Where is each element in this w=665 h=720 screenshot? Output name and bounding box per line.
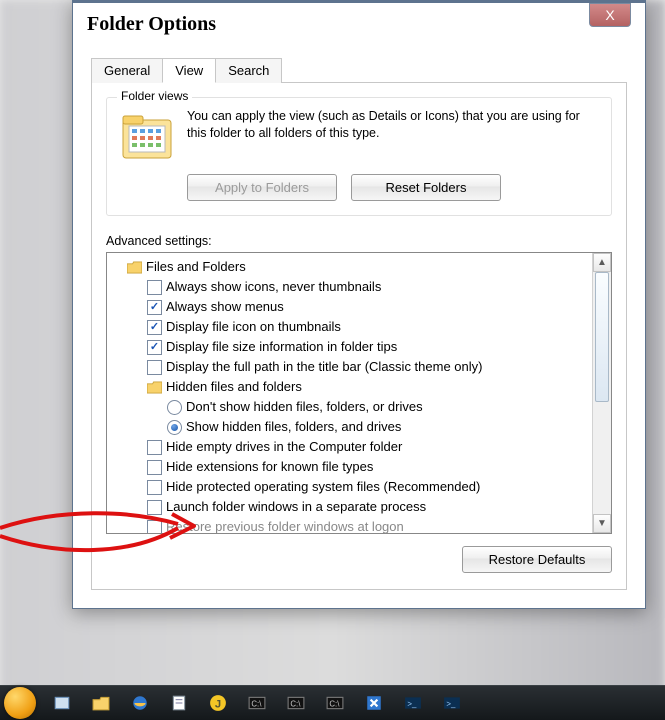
reset-folders-button[interactable]: Reset Folders [351,174,501,201]
folder-views-legend: Folder views [117,89,192,103]
tree-label: Hide extensions for known file types [166,457,373,477]
tree-label: Launch folder windows in a separate proc… [166,497,426,517]
tree-label: Display file icon on thumbnails [166,317,341,337]
taskbar-icon-notepad[interactable] [162,690,196,716]
tab-general[interactable]: General [91,58,163,83]
tree-checkbox-option[interactable]: Hide empty drives in the Computer folder [113,437,591,457]
checkbox-icon [147,440,162,455]
close-icon: X [605,7,614,23]
folder-options-dialog: Folder Options X General View Search Fol… [72,0,646,609]
apply-to-folders-button[interactable]: Apply to Folders [187,174,337,201]
restore-defaults-button[interactable]: Restore Defaults [462,546,612,573]
tree-label: Don't show hidden files, folders, or dri… [186,397,423,417]
view-panel: Folder views You can apply the view (suc… [91,83,627,590]
tree-checkbox-option[interactable]: Display file size information in folder … [113,337,591,357]
taskbar-icon-console[interactable]: C:\ [240,690,274,716]
taskbar-icon-powershell[interactable]: >_ [435,690,469,716]
tree-label: Display file size information in folder … [166,337,397,357]
titlebar: Folder Options X [73,3,645,45]
close-button[interactable]: X [589,3,631,27]
tree-checkbox-option[interactable]: Hide protected operating system files (R… [113,477,591,497]
tree-label: Restore previous folder windows at logon [166,517,404,533]
radio-icon [167,420,182,435]
scroll-thumb[interactable] [595,272,609,402]
svg-text:C:\: C:\ [290,699,301,708]
scroll-track[interactable] [593,270,611,516]
checkbox-icon [147,300,162,315]
tree-label: Always show icons, never thumbnails [166,277,381,297]
radio-icon [167,400,182,415]
svg-text:>_: >_ [407,699,417,708]
taskbar-icon-console[interactable]: C:\ [279,690,313,716]
svg-text:J: J [215,699,221,711]
tree-label: Hide empty drives in the Computer folder [166,437,402,457]
taskbar-icon-ie[interactable] [123,690,157,716]
start-button[interactable] [4,687,36,719]
svg-text:C:\: C:\ [251,699,262,708]
tree-label: Always show menus [166,297,284,317]
tab-strip: General View Search [91,57,627,83]
window-title: Folder Options [87,13,216,36]
checkbox-icon [147,480,162,495]
taskbar-icon-s[interactable] [357,690,391,716]
checkbox-icon [147,460,162,475]
tree-label: Hide protected operating system files (R… [166,477,480,497]
svg-text:>_: >_ [446,699,456,708]
tree-radio-option[interactable]: Don't show hidden files, folders, or dri… [113,397,591,417]
taskbar[interactable]: J C:\ C:\ C:\ >_ >_ [0,685,665,720]
tree-checkbox-option[interactable]: Restore previous folder windows at logon [113,517,591,533]
tree-checkbox-option[interactable]: Launch folder windows in a separate proc… [113,497,591,517]
tree-folder-root[interactable]: Files and Folders [113,257,591,277]
taskbar-icon-powershell[interactable]: >_ [396,690,430,716]
scroll-down-button[interactable]: ▼ [593,514,611,533]
tree-label: Show hidden files, folders, and drives [186,417,401,437]
folder-views-group: Folder views You can apply the view (suc… [106,97,612,216]
tree-checkbox-option[interactable]: Hide extensions for known file types [113,457,591,477]
tree-checkbox-option[interactable]: Display the full path in the title bar (… [113,357,591,377]
folder-views-description: You can apply the view (such as Details … [187,108,599,142]
tree-checkbox-option[interactable]: Always show menus [113,297,591,317]
checkbox-icon [147,360,162,375]
svg-text:C:\: C:\ [329,699,340,708]
tree-label: Files and Folders [146,257,246,277]
advanced-settings-tree[interactable]: Files and FoldersAlways show icons, neve… [106,252,612,534]
tab-view[interactable]: View [162,58,216,83]
advanced-settings-label: Advanced settings: [106,234,612,248]
checkbox-icon [147,500,162,515]
taskbar-icon-console[interactable]: C:\ [318,690,352,716]
checkbox-icon [147,340,162,355]
tree-label: Display the full path in the title bar (… [166,357,482,377]
tab-search[interactable]: Search [215,58,282,83]
taskbar-icon-explorer[interactable] [84,690,118,716]
folder-views-icon [119,108,175,164]
tree-checkbox-option[interactable]: Display file icon on thumbnails [113,317,591,337]
checkbox-icon [147,280,162,295]
taskbar-icon-j[interactable]: J [201,690,235,716]
checkbox-icon [147,520,162,534]
checkbox-icon [147,320,162,335]
vertical-scrollbar[interactable]: ▲ ▼ [592,253,611,533]
taskbar-icon-generic[interactable] [45,690,79,716]
tree-label: Hidden files and folders [166,377,302,397]
tree-folder[interactable]: Hidden files and folders [113,377,591,397]
tree-radio-option[interactable]: Show hidden files, folders, and drives [113,417,591,437]
tree-checkbox-option[interactable]: Always show icons, never thumbnails [113,277,591,297]
